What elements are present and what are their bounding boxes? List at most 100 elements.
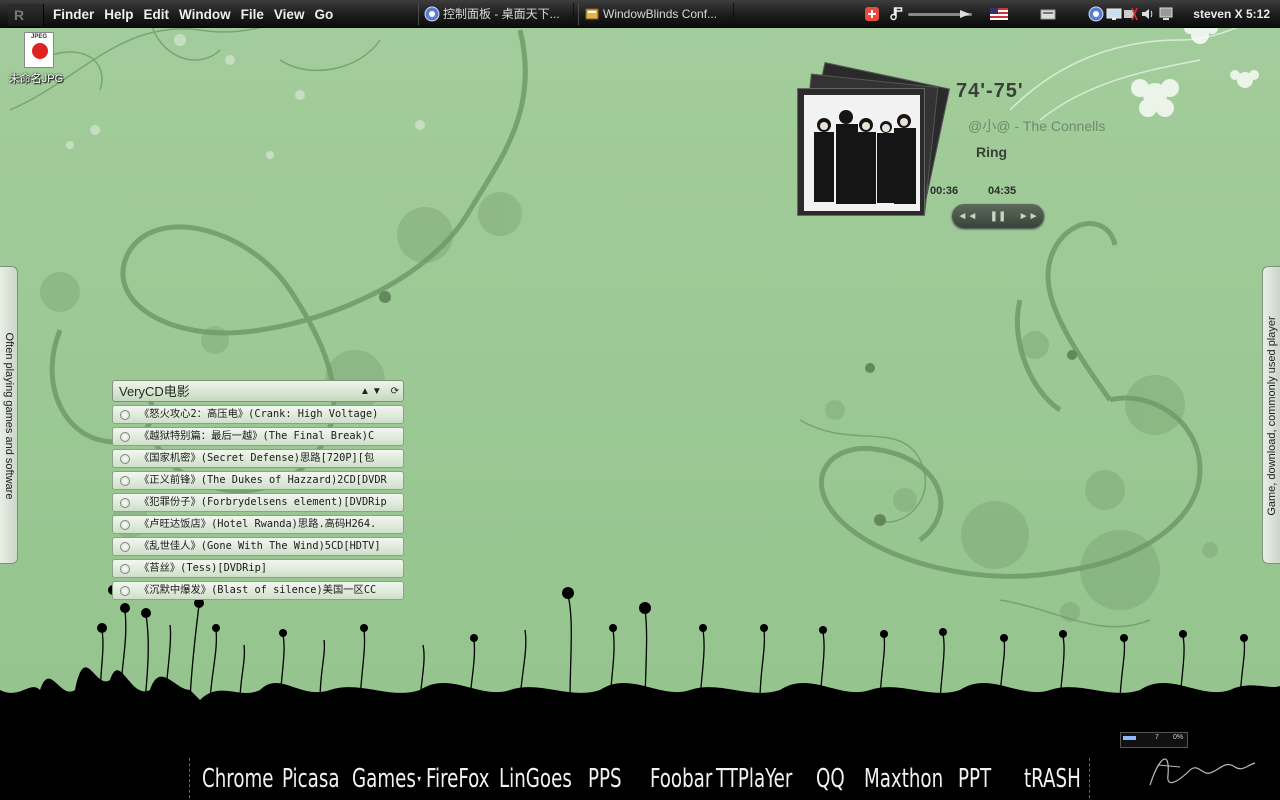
dock-item-trash[interactable]: tRASH [1024,760,1081,798]
file-preview-mark [32,43,48,59]
speaker-icon[interactable] [1140,6,1156,22]
transport-controls: ◄◄ ❚❚ ►► [952,204,1044,228]
menu-help[interactable]: Help [103,0,142,28]
meter-left-value: 7 [1155,734,1159,741]
rss-item[interactable]: 《国家机密》(Secret Defense)思路[720P][包 [112,449,404,468]
dock-item-picasa[interactable]: Picasa [282,760,340,798]
chevron-down-icon: ▾ [417,773,421,785]
add-icon[interactable] [864,6,880,22]
dock-item-ttplayer[interactable]: TTPlaYer [716,760,792,798]
dock-item-firefox[interactable]: FireFox [426,760,489,798]
menu-edit[interactable]: Edit [143,0,179,28]
display-icon[interactable] [1106,6,1122,22]
volume-slider[interactable] [908,8,978,20]
track-album: Ring [976,144,1008,160]
desktop-file-icon[interactable]: JPEG 未命名JPG [8,32,70,86]
refresh-icon[interactable]: ⟳ [391,386,399,397]
album-cover-art [804,95,920,211]
rss-header: VeryCD电影 ▲ ▼ ⟳ [112,380,404,402]
next-track-icon[interactable]: ►► [1017,211,1041,222]
left-launcher-drawer[interactable]: Often playing games and software [0,266,18,564]
music-player-widget: 74'-75' @小@ - The Connells Ring 00:36 04… [796,62,1156,236]
monitor-icon[interactable] [1158,6,1174,22]
taskbar-item-label: 控制面板 - 桌面天下... [443,7,560,21]
meter-fill [1123,736,1136,740]
rss-item[interactable]: 《乱世佳人》(Gone With The Wind)5CD[HDTV] [112,537,404,556]
dock-item-maxthon[interactable]: Maxthon [864,760,943,798]
dock-separator [1089,758,1090,798]
rss-item-text: 《怒火攻心2：高压电》(Crank: High Voltage) [139,408,379,420]
rss-item-text: 《苔丝》(Tess)[DVDRip] [139,562,267,574]
rss-item-radio[interactable] [120,454,130,464]
control-panel-icon [424,6,440,22]
dock-item-foobar[interactable]: Foobar [650,760,712,798]
menu-file[interactable]: File [240,0,273,28]
rss-item-text: 《沉默中爆发》(Blast of silence)美国一区CC [139,584,377,596]
dock-item-chrome[interactable]: Chrome [202,760,274,798]
taskbar-item-windowblinds[interactable]: WindowBlinds Conf... [578,3,734,25]
taskbar-item-control-panel[interactable]: 控制面板 - 桌面天下... [418,3,574,25]
us-flag-icon[interactable] [990,8,1008,20]
rss-controls: ▲ ▼ ⟳ [358,381,399,403]
music-note-icon[interactable] [890,6,906,22]
artist-signature [1149,758,1256,786]
system-tray: steven X 5:12 [860,0,1280,28]
rss-item[interactable]: 《沉默中爆发》(Blast of silence)美国一区CC [112,581,404,600]
jpeg-file-icon: JPEG [24,32,54,68]
track-artist: @小@ - The Connells [968,118,1106,134]
rss-item[interactable]: 《怒火攻心2：高压电》(Crank: High Voltage) [112,405,404,424]
rss-item-radio[interactable] [120,476,130,486]
rss-item-radio[interactable] [120,564,130,574]
keyboard-icon[interactable] [1040,8,1056,20]
apple-logo-button[interactable]: R [8,4,44,26]
rss-item-text: 《卢旺达饭店》(Hotel Rwanda)思路.高码H264. [139,518,377,530]
desktop-file-label: 未命名JPG [8,73,64,85]
scroll-up-icon[interactable]: ▲ [360,386,370,397]
dock-item-ppt[interactable]: PPT [958,760,991,798]
scroll-down-icon[interactable]: ▼ [372,386,382,397]
rss-item[interactable]: 《正义前锋》(The Dukes of Hazzard)2CD[DVDR [112,471,404,490]
left-drawer-label: Often playing games and software [3,332,15,500]
rss-item[interactable]: 《卢旺达饭店》(Hotel Rwanda)思路.高码H264. [112,515,404,534]
pause-icon[interactable]: ❚❚ [986,211,1010,222]
right-launcher-drawer[interactable]: Game, download, commonly used player [1262,266,1280,564]
menu-window[interactable]: Window [178,0,240,28]
menu-finder[interactable]: Finder [52,0,103,28]
dock-item-games[interactable]: Games ▾ [352,760,421,798]
windowblinds-icon [585,8,599,20]
user-clock[interactable]: steven X 5:12 [1193,0,1270,29]
right-drawer-label: Game, download, commonly used player [1266,316,1278,516]
file-type-badge: JPEG [30,34,47,40]
rss-item[interactable]: 《越狱特别篇：最后一越》(The Final Break)C [112,427,404,446]
rss-item-radio[interactable] [120,432,130,442]
album-cover-frame[interactable] [797,88,925,216]
rss-item-radio[interactable] [120,498,130,508]
rss-title: VeryCD电影 [119,384,190,399]
rss-item-radio[interactable] [120,542,130,552]
time-total: 04:35 [988,185,1017,197]
rss-item-text: 《越狱特别篇：最后一越》(The Final Break)C [139,430,375,442]
menu-list: Finder Help Edit Window File View Go [52,0,342,28]
bottom-dock: Chrome Picasa Games ▾ FireFox LinGoes PPS… [0,748,1280,800]
dock-item-pps[interactable]: PPS [588,760,622,798]
rss-item-radio[interactable] [120,520,130,530]
menu-view[interactable]: View [273,0,314,28]
rss-item-radio[interactable] [120,586,130,596]
previous-track-icon[interactable]: ◄◄ [955,211,979,222]
rss-feed-widget: VeryCD电影 ▲ ▼ ⟳ 《怒火攻心2：高压电》(Crank: High Vo… [112,380,404,600]
rss-item-text: 《正义前锋》(The Dukes of Hazzard)2CD[DVDR [139,474,387,486]
wireless-icon[interactable] [1122,6,1138,22]
dock-separator [189,758,190,798]
rss-item-text: 《犯罪份子》(Forbrydelsens element)[DVDRip [139,496,387,508]
time-elapsed: 00:36 [930,185,959,197]
rss-item[interactable]: 《苔丝》(Tess)[DVDRip] [112,559,404,578]
menu-go[interactable]: Go [313,0,342,28]
meter-right-value: 0% [1173,734,1184,741]
rss-item-radio[interactable] [120,410,130,420]
dock-item-qq[interactable]: QQ [816,760,845,798]
dock-item-lingoes[interactable]: LinGoes [499,760,572,798]
network-icon[interactable] [1088,6,1104,22]
rss-item[interactable]: 《犯罪份子》(Forbrydelsens element)[DVDRip [112,493,404,512]
taskbar-item-label: WindowBlinds Conf... [603,7,718,21]
rss-item-text: 《乱世佳人》(Gone With The Wind)5CD[HDTV] [139,540,381,552]
